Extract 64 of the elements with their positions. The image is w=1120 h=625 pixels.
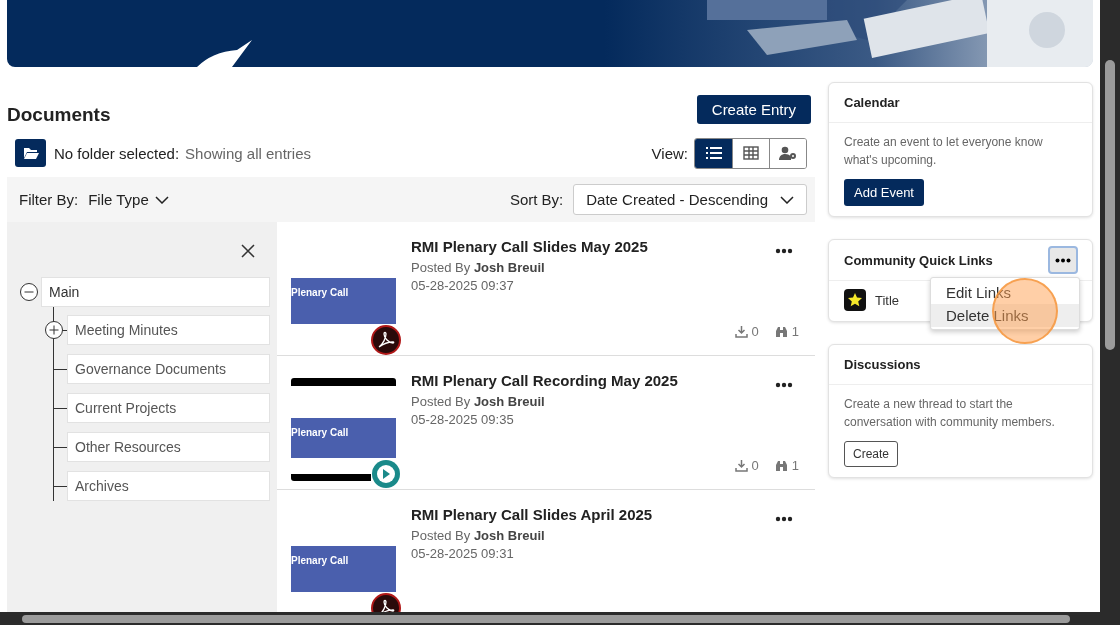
card-title: Community Quick Links <box>844 252 993 268</box>
slide-thumbnail[interactable]: Plenary Call <box>291 278 396 324</box>
card-title: Calendar <box>829 83 1092 123</box>
view-count: 1 <box>791 458 799 473</box>
tree-item[interactable]: Current Projects <box>67 393 270 423</box>
tree-item[interactable]: Governance Documents <box>67 354 270 384</box>
view-count: 1 <box>791 324 799 339</box>
people-view-button[interactable] <box>769 138 806 168</box>
binoculars-icon <box>774 325 788 338</box>
list-view-button[interactable] <box>695 138 732 168</box>
entry-title[interactable]: RMI Plenary Call Slides May 2025 <box>411 238 815 255</box>
vertical-scrollbar[interactable] <box>1100 0 1120 612</box>
more-icon <box>1055 257 1071 263</box>
slide-thumbnail[interactable]: Plenary Call <box>291 546 396 592</box>
folder-status-label: No folder selected: <box>54 144 180 162</box>
slide-thumbnail[interactable]: Plenary Call <box>291 418 396 458</box>
posted-by: Posted By Josh Breuil <box>411 394 546 409</box>
card-text: Create an event to let everyone know what's upcoming. <box>844 134 1044 169</box>
more-icon[interactable] <box>775 382 793 388</box>
chevron-down-icon <box>780 195 794 204</box>
download-icon <box>734 459 748 472</box>
pdf-icon <box>371 325 401 355</box>
more-icon[interactable] <box>775 248 793 254</box>
posted-by: Posted By Josh Breuil <box>411 260 546 275</box>
folder-status-value: Showing all entries <box>185 144 311 162</box>
sort-label: Sort By: <box>509 191 564 208</box>
tree-item[interactable]: Archives <box>67 471 270 501</box>
section-title: Documents <box>7 104 111 126</box>
download-icon <box>734 325 748 338</box>
entry-title[interactable]: RMI Plenary Call Recording May 2025 <box>411 372 815 389</box>
posted-by: Posted By Josh Breuil <box>411 528 546 543</box>
chevron-down-icon <box>154 195 169 204</box>
sort-dropdown[interactable]: Date Created - Descending <box>573 184 807 215</box>
grid-icon <box>743 146 759 160</box>
create-button[interactable]: Create <box>844 441 899 467</box>
add-event-button[interactable]: Add Event <box>844 179 924 206</box>
entry-date: 05-28-2025 09:35 <box>411 412 515 427</box>
entry-date: 05-28-2025 09:31 <box>411 546 515 561</box>
entry-date: 05-28-2025 09:37 <box>411 278 515 293</box>
folder-icon[interactable] <box>15 139 46 167</box>
file-type-dropdown[interactable]: File Type <box>88 191 169 208</box>
quick-link[interactable]: Title <box>875 292 900 308</box>
expand-icon[interactable] <box>44 320 64 340</box>
create-entry-button[interactable]: Create Entry <box>696 94 811 124</box>
download-count: 0 <box>751 458 759 473</box>
card-text: Create a new thread to start the conversation with community members. <box>844 396 1056 431</box>
tree-item[interactable]: Main <box>41 277 270 307</box>
tree-item[interactable]: Meeting Minutes <box>67 315 270 345</box>
more-button[interactable] <box>1048 246 1078 274</box>
view-label: View: <box>651 144 688 162</box>
menu-item[interactable]: Delete Links <box>931 304 1079 327</box>
close-icon[interactable] <box>241 244 255 258</box>
entry-title[interactable]: RMI Plenary Call Slides April 2025 <box>411 506 815 523</box>
more-icon[interactable] <box>775 516 793 522</box>
download-count: 0 <box>751 324 759 339</box>
binoculars-icon <box>774 459 788 472</box>
tree-item[interactable]: Other Resources <box>67 432 270 462</box>
collapse-icon[interactable] <box>19 282 39 302</box>
user-settings-icon <box>779 146 797 160</box>
horizontal-scrollbar[interactable] <box>0 612 1120 625</box>
card-title: Discussions <box>829 345 1092 385</box>
play-icon <box>371 459 401 489</box>
list-icon <box>705 146 722 160</box>
filter-label: Filter By: <box>19 191 79 208</box>
